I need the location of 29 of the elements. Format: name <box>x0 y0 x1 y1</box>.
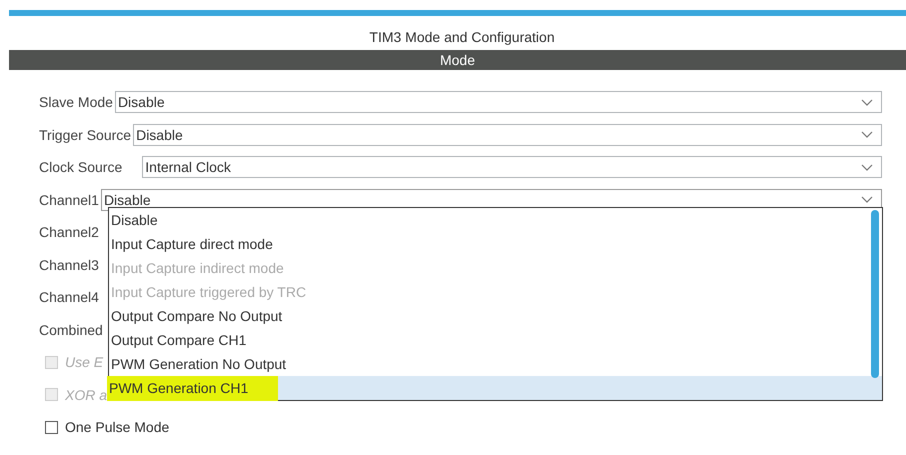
dropdown-option[interactable]: PWM Generation CH1 <box>109 376 882 400</box>
dropdown-option[interactable]: Output Compare No Output <box>109 304 882 328</box>
field-label: Channel4 <box>39 289 99 306</box>
field-label: Channel3 <box>39 256 99 273</box>
dropdown-option[interactable]: PWM Generation No Output <box>109 352 882 376</box>
dropdown-select[interactable]: Disable <box>114 91 882 114</box>
dropdown-select[interactable]: Internal Clock <box>142 156 882 178</box>
field-label: Trigger Source <box>39 126 132 143</box>
dropdown-option[interactable]: Output Compare CH1 <box>109 328 882 352</box>
checkbox-label: One Pulse Mode <box>65 419 170 436</box>
section-header: Mode <box>9 50 906 70</box>
dropdown-option[interactable]: Disable <box>109 208 882 232</box>
field-label: Combined <box>39 322 103 338</box>
field-label: Clock Source <box>39 159 122 176</box>
chevron-icon <box>861 98 873 106</box>
chevron-icon <box>861 131 873 138</box>
chevron-icon <box>861 164 873 171</box>
checkbox-label: XOR a <box>65 386 108 403</box>
panel-title: TIM3 Mode and Configuration <box>369 29 555 46</box>
field-label: Slave Mode <box>39 94 113 110</box>
checkbox-label: Use E <box>65 354 104 370</box>
checkbox[interactable] <box>45 420 58 434</box>
field-label: Channel1 <box>39 192 99 208</box>
chevron-icon <box>861 196 873 204</box>
field-label: Channel2 <box>39 224 99 240</box>
scrollbar-thumb[interactable] <box>871 210 879 378</box>
dropdown-select[interactable]: Disable <box>133 124 882 146</box>
dropdown-option[interactable]: Input Capture direct mode <box>109 232 882 256</box>
highlighter-mark: PWM Generation CH1 <box>107 376 278 400</box>
